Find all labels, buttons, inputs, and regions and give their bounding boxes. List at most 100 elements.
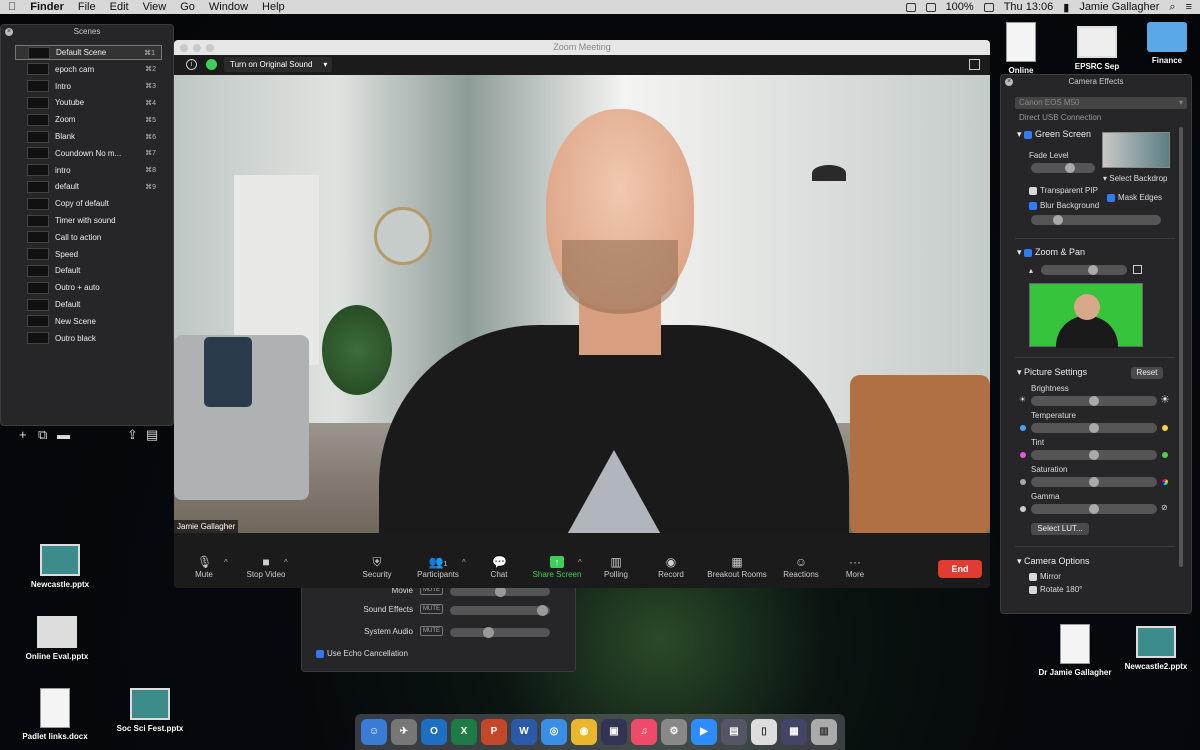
desktop-file-newcastle2[interactable]: Newcastle2.pptx (1111, 626, 1200, 671)
battery-percent[interactable]: 100% (946, 1, 974, 13)
slider-knob[interactable] (1089, 477, 1099, 487)
mask-edges-option[interactable]: Mask Edges (1107, 193, 1162, 202)
share-icon[interactable]: ⇪ (127, 427, 138, 443)
menu-clock[interactable]: Thu 13:06 (1004, 1, 1054, 13)
scene-item[interactable]: intro ⌘8 (15, 163, 162, 178)
menu-window[interactable]: Window (209, 1, 248, 13)
backdrop-thumbnail[interactable] (1102, 132, 1170, 168)
trash-icon[interactable]: ▤ (146, 427, 158, 443)
duplicate-icon[interactable]: ⧉ (38, 427, 47, 443)
battery-icon[interactable] (983, 2, 994, 12)
menu-file[interactable]: File (78, 1, 96, 13)
reset-button[interactable]: Reset (1131, 367, 1163, 379)
close-icon[interactable]: × (1005, 78, 1013, 86)
scene-item[interactable]: Coundown No m... ⌘7 (15, 146, 162, 161)
launchpad-icon[interactable]: ✈ (391, 719, 417, 745)
excel-icon[interactable]: X (451, 719, 477, 745)
menu-help[interactable]: Help (262, 1, 285, 13)
mute-button-sound-effects[interactable]: MUTE (420, 604, 443, 614)
scene-item[interactable]: Speed (15, 247, 162, 262)
select-lut-button[interactable]: Select LUT... (1031, 523, 1089, 535)
echo-cancellation-option[interactable]: Use Echo Cancellation (316, 649, 408, 658)
scene-item[interactable]: Copy of default (15, 196, 162, 211)
scene-item[interactable]: default ⌘9 (15, 179, 162, 194)
checkbox-blur-background[interactable] (1029, 201, 1037, 210)
menu-edit[interactable]: Edit (110, 1, 129, 13)
rotate-option[interactable]: Rotate 180° (1029, 585, 1082, 594)
green-screen-header[interactable]: ▾ Green Screen (1017, 129, 1091, 140)
volume-slider-system-audio[interactable] (450, 627, 550, 638)
tint-slider[interactable] (1031, 450, 1157, 460)
original-sound-button[interactable]: Turn on Original Sound ▾ (224, 57, 333, 72)
safari-icon[interactable]: ◎ (541, 719, 567, 745)
scene-item[interactable]: Outro + auto (15, 280, 162, 295)
brightness-slider[interactable] (1031, 396, 1157, 406)
video-feed[interactable]: Jamie Gallagher (174, 75, 990, 533)
camera-select[interactable]: Canon EOS M50 ▾ (1015, 97, 1187, 109)
chrome-icon[interactable]: ◉ (571, 719, 597, 745)
scene-item[interactable]: epoch cam ⌘2 (15, 62, 162, 77)
mirror-option[interactable]: Mirror (1029, 572, 1061, 581)
select-backdrop-button[interactable]: ▾ Select Backdrop (1103, 174, 1168, 183)
document-icon[interactable]: ▯ (751, 719, 777, 745)
camera-options-header[interactable]: ▾ Camera Options (1017, 556, 1090, 567)
temperature-slider[interactable] (1031, 423, 1157, 433)
trash-icon[interactable]: ▥ (811, 719, 837, 745)
desktop-folder-finance[interactable]: Finance (1122, 22, 1200, 65)
slider-knob[interactable] (1089, 504, 1099, 514)
volume-knob[interactable] (483, 627, 494, 638)
zoom-slider[interactable] (1041, 265, 1127, 275)
powerpoint-icon[interactable]: P (481, 719, 507, 745)
system-preferences-icon[interactable]: ⚙ (661, 719, 687, 745)
slider-knob[interactable] (1089, 423, 1099, 433)
menu-app-name[interactable]: Finder (30, 1, 64, 13)
screenshot-icon[interactable]: ▦ (781, 719, 807, 745)
checkbox-mirror[interactable] (1029, 572, 1037, 581)
slider-knob[interactable] (1089, 450, 1099, 460)
checkbox-zoom-pan[interactable] (1024, 248, 1033, 257)
checkbox-rotate[interactable] (1029, 585, 1037, 594)
scene-item[interactable]: Default (15, 297, 162, 312)
volume-slider-movie[interactable] (450, 586, 550, 597)
zoom-pan-preview[interactable] (1029, 283, 1143, 348)
blur-background-option[interactable]: Blur Background (1029, 201, 1099, 210)
close-icon[interactable]: × (5, 28, 13, 36)
camera-status-icon[interactable] (905, 2, 916, 12)
transparent-pip-option[interactable]: Transparent PIP (1029, 186, 1098, 195)
checkbox-green-screen[interactable] (1024, 130, 1033, 139)
fullscreen-icon[interactable] (969, 59, 980, 70)
scene-item[interactable]: Intro ⌘3 (15, 79, 162, 94)
picture-settings-header[interactable]: ▾ Picture Settings (1017, 367, 1087, 378)
zoom-window-button[interactable] (206, 44, 214, 52)
menu-go[interactable]: Go (180, 1, 195, 13)
finder-icon[interactable]: ☺ (361, 719, 387, 745)
flag-icon[interactable]: ▮ (1063, 1, 1069, 14)
gamma-slider[interactable] (1031, 504, 1157, 514)
checkbox-mask-edges[interactable] (1107, 193, 1115, 202)
volume-slider-sound-effects[interactable] (450, 605, 550, 616)
desktop-file-padlet[interactable]: Padlet links.docx (10, 688, 100, 741)
apple-icon[interactable]:  (8, 1, 16, 13)
word-icon[interactable]: W (511, 719, 537, 745)
zoom-app-icon[interactable]: ▶ (691, 719, 717, 745)
mute-button-system-audio[interactable]: MUTE (420, 626, 443, 636)
scene-item[interactable]: Default Scene ⌘1 (15, 45, 162, 60)
close-window-button[interactable] (180, 44, 188, 52)
desktop-file-online-eval[interactable]: Online Eval.pptx (12, 616, 102, 661)
wifi-icon[interactable] (925, 2, 936, 12)
menu-user[interactable]: Jamie Gallagher (1079, 1, 1159, 13)
checkbox-transparent-pip[interactable] (1029, 186, 1037, 195)
scene-item[interactable]: New Scene (15, 314, 162, 329)
menu-view[interactable]: View (143, 1, 167, 13)
fade-level-slider[interactable] (1031, 163, 1095, 173)
add-icon[interactable]: + (19, 427, 27, 442)
saturation-slider[interactable] (1031, 477, 1157, 487)
music-icon[interactable]: ♫ (631, 719, 657, 745)
info-icon[interactable]: i (186, 59, 197, 70)
shield-check-icon[interactable] (206, 59, 217, 70)
outlook-icon[interactable]: O (421, 719, 447, 745)
scene-item[interactable]: Outro black (15, 331, 162, 346)
scene-item[interactable]: Zoom ⌘5 (15, 112, 162, 127)
desktop-file-soc-sci[interactable]: Soc Sci Fest.pptx (105, 688, 195, 733)
more-button[interactable]: ··· More (815, 552, 895, 579)
